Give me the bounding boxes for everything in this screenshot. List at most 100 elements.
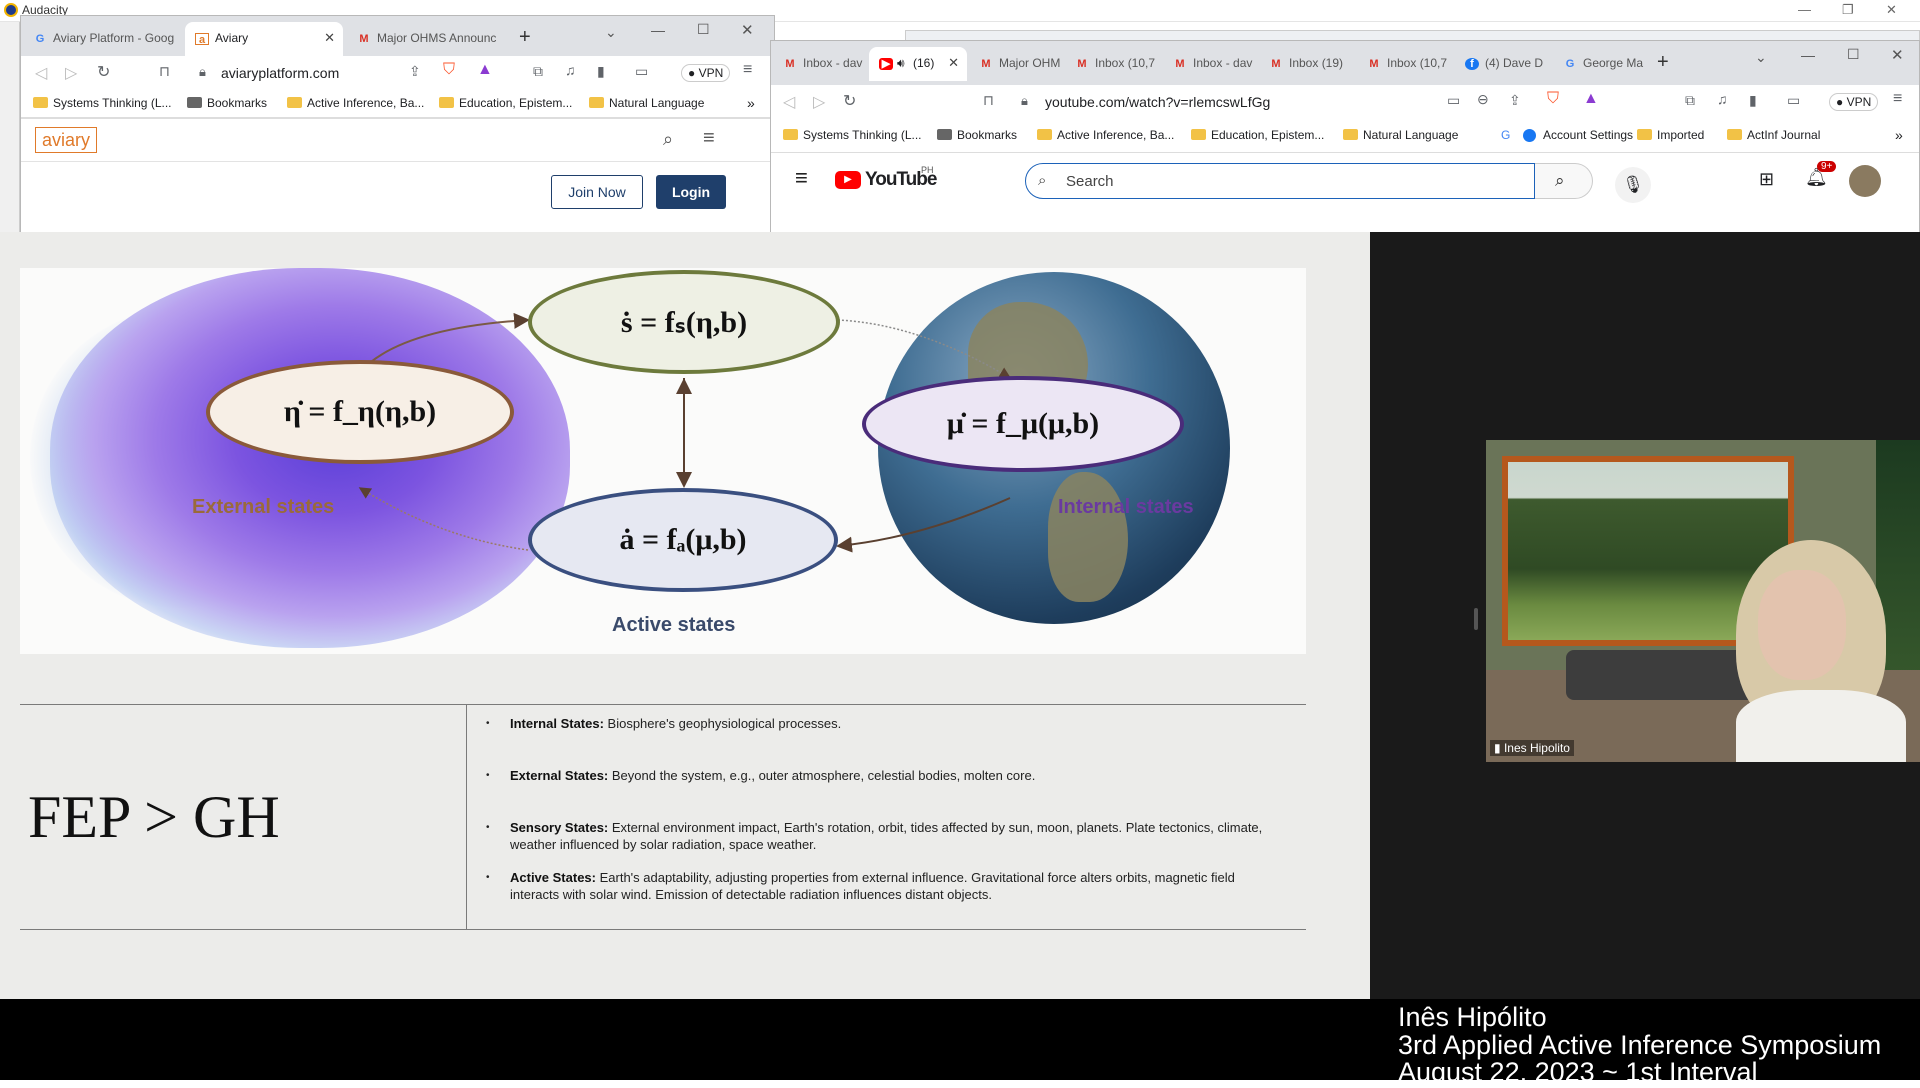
tab-major-ohms[interactable]: M Major OHMS Announc	[347, 22, 517, 56]
minimize-icon[interactable]: —	[1801, 47, 1815, 63]
presentation-slide: ṡ = fₛ(η,b) η̇ = f_η(η,b) μ̇ = f_μ(μ,b) …	[0, 232, 1370, 999]
wallet-icon[interactable]: ▭	[1787, 92, 1800, 109]
bookmark-item[interactable]: ActInf Journal	[1727, 128, 1820, 142]
tab-facebook[interactable]: f (4) Dave D	[1455, 47, 1553, 81]
minimize-icon[interactable]: —	[651, 22, 665, 38]
close-icon[interactable]: ✕	[1886, 2, 1897, 18]
cast-icon[interactable]: ▭	[1447, 92, 1460, 109]
tab-google[interactable]: G George Ma	[1553, 47, 1651, 81]
close-tab-icon[interactable]: ✕	[324, 30, 335, 46]
restore-icon[interactable]: ❐	[1842, 2, 1854, 18]
bookmark-item[interactable]: Natural Language	[1343, 128, 1458, 142]
create-video-icon[interactable]: ⊞	[1759, 169, 1774, 190]
audio-playing-icon: 🔊︎	[897, 56, 905, 70]
tab-inbox-5[interactable]: M Inbox (10,7	[1357, 47, 1455, 81]
bookmark-item[interactable]: Education, Epistem...	[439, 96, 572, 110]
sensory-state-equation: ṡ = fₛ(η,b)	[528, 270, 840, 374]
share-icon[interactable]: ⇪	[1509, 92, 1521, 109]
more-bookmarks-icon[interactable]: »	[747, 95, 755, 111]
tab-inbox-1[interactable]: M Inbox - dav	[773, 47, 869, 81]
brave-rewards-icon[interactable]: ▲	[1583, 90, 1599, 108]
active-state-equation: ȧ = fₐ(μ,b)	[528, 488, 838, 592]
google-bookmark-icon[interactable]: G	[1501, 128, 1510, 142]
bookmark-item[interactable]: Account Settings	[1523, 128, 1633, 142]
back-icon[interactable]: ◁	[35, 63, 47, 83]
tab-inbox-4[interactable]: M Inbox (19)	[1259, 47, 1357, 81]
arrow-mu-to-a	[836, 497, 1011, 553]
guide-menu-icon[interactable]: ≡	[795, 165, 808, 191]
new-tab-icon[interactable]: +	[1657, 51, 1669, 74]
menu-icon[interactable]: ≡	[1893, 90, 1902, 108]
microphone-icon[interactable]: 🎙︎	[1615, 167, 1651, 203]
sidebar-icon[interactable]: ▮	[597, 63, 605, 80]
brave-rewards-icon[interactable]: ▲	[477, 61, 493, 79]
brave-shield-icon[interactable]: ⛉	[1547, 90, 1559, 108]
vpn-label: VPN	[698, 66, 724, 80]
aviary-logo[interactable]: aviary	[35, 127, 98, 153]
folder-icon	[1637, 129, 1652, 140]
close-window-icon[interactable]: ✕	[1891, 46, 1904, 64]
participant-video[interactable]: ▮ Ines Hipolito	[1486, 440, 1920, 762]
bookmark-icon[interactable]: ⊓	[159, 63, 170, 80]
markov-blanket-diagram: ṡ = fₛ(η,b) η̇ = f_η(η,b) μ̇ = f_μ(μ,b) …	[20, 268, 1306, 654]
close-tab-icon[interactable]: ✕	[948, 55, 959, 71]
bookmark-item[interactable]: Bookmarks	[937, 128, 1017, 142]
new-tab-icon[interactable]: +	[519, 26, 531, 49]
forward-icon[interactable]: ▷	[813, 92, 825, 112]
folder-icon	[439, 97, 454, 108]
bookmark-item[interactable]: Systems Thinking (L...	[33, 96, 172, 110]
extensions-icon[interactable]: ⧉	[1685, 92, 1695, 109]
address-bar[interactable]: aviaryplatform.com	[221, 65, 339, 81]
bookmark-item[interactable]: Imported	[1637, 128, 1704, 142]
tab-search-icon[interactable]: ⌄	[605, 24, 617, 41]
internal-states-label: Internal states	[1058, 496, 1194, 518]
bookmark-item[interactable]: Bookmarks	[187, 96, 267, 110]
zoom-icon[interactable]: ⊖	[1477, 91, 1489, 108]
reload-icon[interactable]: ↻	[843, 91, 856, 111]
close-window-icon[interactable]: ✕	[741, 21, 754, 39]
wallet-icon[interactable]: ▭	[635, 63, 648, 80]
back-icon[interactable]: ◁	[783, 92, 795, 112]
extensions-icon[interactable]: ⧉	[533, 63, 543, 80]
search-button[interactable]: ⌕	[1535, 163, 1593, 199]
more-bookmarks-icon[interactable]: »	[1895, 127, 1903, 143]
folder-icon	[783, 129, 798, 140]
sidebar-icon[interactable]: ▮	[1749, 92, 1757, 109]
maximize-icon[interactable]: ☐	[1847, 46, 1860, 63]
vpn-button[interactable]: ● VPN	[1829, 93, 1879, 111]
bookmark-item[interactable]: Education, Epistem...	[1191, 128, 1324, 142]
hamburger-menu-icon[interactable]: ≡	[703, 127, 715, 150]
address-bar[interactable]: youtube.com/watch?v=rlemcswLfGg	[1045, 94, 1270, 110]
search-input[interactable]: Search	[1066, 173, 1114, 190]
login-button[interactable]: Login	[656, 175, 726, 209]
tab-aviary[interactable]: a Aviary ✕	[185, 22, 343, 56]
media-icon[interactable]: ♫	[565, 62, 576, 78]
avatar[interactable]	[1849, 165, 1881, 197]
reload-icon[interactable]: ↻	[97, 62, 110, 82]
forward-icon[interactable]: ▷	[65, 63, 77, 83]
search-icon[interactable]: ⌕	[663, 129, 673, 150]
resize-handle[interactable]	[1474, 608, 1478, 630]
menu-icon[interactable]: ≡	[743, 61, 752, 79]
speaker-name: Inês Hipólito	[1398, 1002, 1547, 1032]
bookmark-item[interactable]: Natural Language	[589, 96, 704, 110]
tab-search-icon[interactable]: ⌄	[1755, 49, 1767, 66]
tab-inbox-2[interactable]: M Inbox (10,7	[1065, 47, 1163, 81]
notification-badge: 9+	[1817, 161, 1837, 172]
media-icon[interactable]: ♫	[1717, 91, 1728, 107]
gmail-icon: M	[359, 33, 369, 45]
brave-shield-icon[interactable]: ⛉	[443, 61, 455, 79]
join-now-button[interactable]: Join Now	[551, 175, 643, 209]
tab-inbox-3[interactable]: M Inbox - dav	[1163, 47, 1259, 81]
tab-major-ohms[interactable]: M Major OHM	[969, 47, 1065, 81]
maximize-icon[interactable]: ☐	[697, 21, 710, 38]
bookmark-item[interactable]: Active Inference, Ba...	[1037, 128, 1174, 142]
bookmark-icon[interactable]: ⊓	[983, 92, 994, 109]
vpn-button[interactable]: ● VPN	[681, 64, 731, 82]
tab-youtube[interactable]: ▶ 🔊︎ (16) ✕	[869, 47, 967, 81]
bookmark-item[interactable]: Active Inference, Ba...	[287, 96, 424, 110]
bookmark-item[interactable]: Systems Thinking (L...	[783, 128, 922, 142]
share-icon[interactable]: ⇪	[409, 63, 421, 80]
tab-aviary-google[interactable]: G Aviary Platform - Goog	[23, 22, 181, 56]
minimize-icon[interactable]: —	[1798, 2, 1811, 17]
